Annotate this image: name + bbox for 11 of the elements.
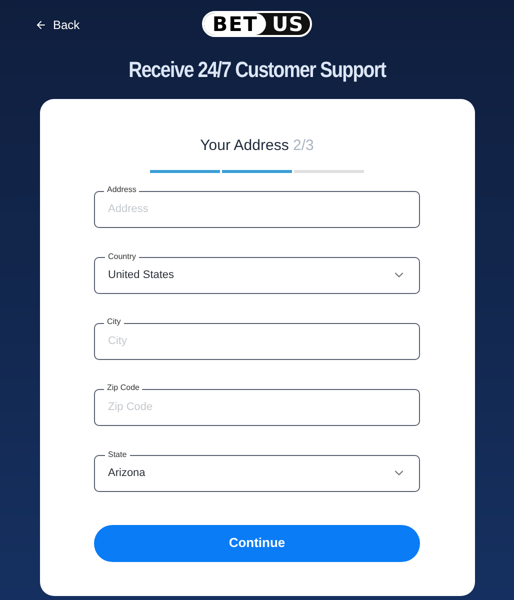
logo: BET US: [202, 11, 312, 37]
field-label: Country: [105, 250, 140, 262]
field-label: Address: [104, 184, 140, 196]
continue-button[interactable]: Continue: [94, 524, 420, 562]
field-label: State: [105, 448, 130, 460]
back-arrow-icon: [35, 19, 47, 31]
form-heading: Your Address 2/3: [200, 136, 314, 156]
back-button[interactable]: Back: [35, 16, 80, 34]
page-title: Receive 24/7 Customer Support: [128, 56, 386, 84]
field-label: Zip Code: [104, 382, 142, 394]
field-label: City: [104, 316, 124, 328]
